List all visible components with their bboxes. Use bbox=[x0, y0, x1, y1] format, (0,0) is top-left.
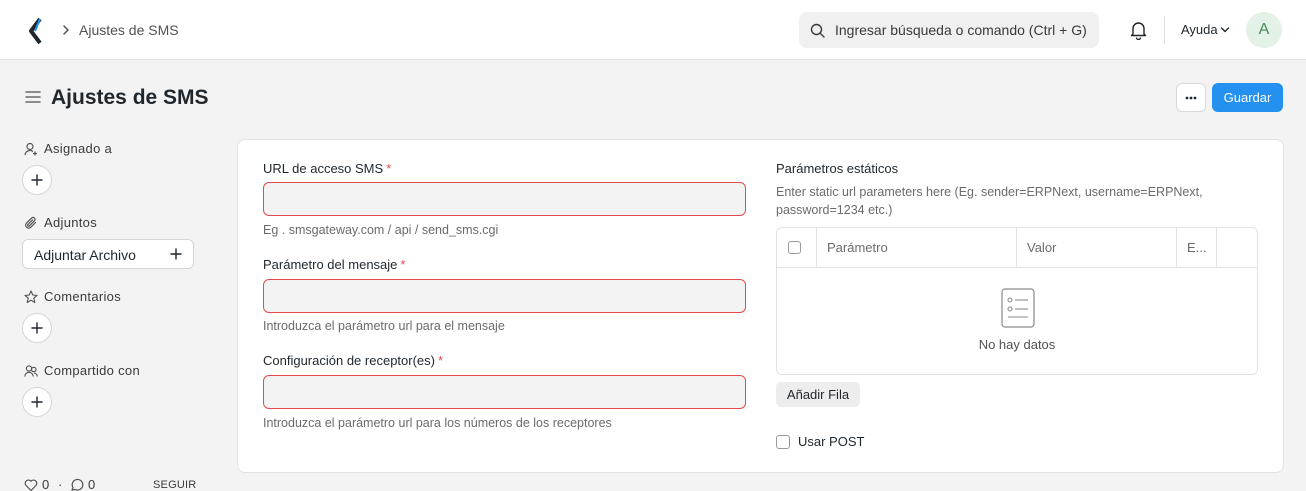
more-actions-button[interactable] bbox=[1176, 83, 1206, 112]
column-header-parameter: Parámetro bbox=[827, 240, 888, 255]
column-extra: E... bbox=[1177, 228, 1217, 268]
select-all-column bbox=[777, 228, 817, 268]
use-post-checkbox[interactable] bbox=[776, 435, 790, 449]
star-icon bbox=[24, 290, 38, 304]
add-share-button[interactable] bbox=[22, 387, 52, 417]
user-assign-icon bbox=[24, 142, 37, 156]
sidebar-toggle-icon[interactable] bbox=[25, 90, 41, 104]
ellipsis-icon bbox=[1185, 96, 1197, 100]
comments-count: 0 bbox=[88, 477, 96, 491]
search-placeholder: Ingresar búsqueda o comando (Ctrl + G) bbox=[835, 22, 1087, 38]
sms-url-input[interactable] bbox=[263, 182, 746, 216]
stat-separator: · bbox=[58, 477, 63, 491]
likes-count: 0 bbox=[42, 477, 50, 491]
search-bar[interactable]: Ingresar búsqueda o comando (Ctrl + G) bbox=[799, 12, 1099, 48]
table-header: Parámetro Valor E... bbox=[777, 228, 1257, 268]
help-dropdown[interactable]: Ayuda bbox=[1181, 21, 1218, 39]
column-header-extra: E... bbox=[1187, 240, 1207, 255]
url-field-description: Eg . smsgateway.com / api / send_sms.cgi bbox=[263, 223, 499, 237]
receiver-param-description: Introduzca el parámetro url para los núm… bbox=[263, 416, 612, 430]
select-all-checkbox[interactable] bbox=[788, 241, 801, 254]
comment-bubble-icon bbox=[71, 478, 84, 491]
attach-file-button[interactable]: Adjuntar Archivo bbox=[22, 239, 194, 269]
navbar: Ajustes de SMS Ingresar búsqueda o coman… bbox=[0, 0, 1306, 60]
add-comment-button[interactable] bbox=[22, 313, 52, 343]
message-param-label: Parámetro del mensaje * bbox=[263, 257, 406, 272]
plus-icon bbox=[170, 248, 182, 260]
notification-bell-icon[interactable] bbox=[1129, 20, 1148, 40]
use-post-label[interactable]: Usar POST bbox=[798, 434, 864, 450]
add-assignee-button[interactable] bbox=[22, 165, 52, 195]
save-button[interactable]: Guardar bbox=[1212, 83, 1283, 112]
comments-label: Comentarios bbox=[44, 289, 121, 304]
navbar-divider bbox=[1164, 16, 1165, 44]
heart-icon[interactable] bbox=[24, 478, 38, 491]
empty-table-message: No hay datos bbox=[978, 337, 1056, 352]
empty-list-icon bbox=[1001, 288, 1035, 328]
plus-icon bbox=[31, 396, 43, 408]
receiver-param-label: Configuración de receptor(es) * bbox=[263, 353, 444, 368]
plus-icon bbox=[31, 322, 43, 334]
url-field-label: URL de acceso SMS * bbox=[263, 161, 392, 176]
search-icon bbox=[810, 23, 825, 38]
follow-link[interactable]: SEGUIR bbox=[153, 478, 196, 491]
static-params-description: Enter static url parameters here (Eg. se… bbox=[776, 185, 1203, 217]
paperclip-icon bbox=[25, 216, 37, 229]
page-title: Ajustes de SMS bbox=[51, 86, 209, 109]
message-param-description: Introduzca el parámetro url para el mens… bbox=[263, 319, 505, 333]
message-param-input[interactable] bbox=[263, 279, 746, 313]
add-row-button[interactable]: Añadir Fila bbox=[776, 382, 860, 407]
shared-with-label: Compartido con bbox=[44, 363, 140, 378]
column-parameter: Parámetro bbox=[817, 228, 1017, 268]
receiver-param-input[interactable] bbox=[263, 375, 746, 409]
chevron-right-icon bbox=[63, 25, 69, 35]
static-params-label: Parámetros estáticos bbox=[776, 161, 899, 176]
attachments-label: Adjuntos bbox=[44, 215, 97, 230]
assigned-to-label: Asignado a bbox=[44, 141, 113, 156]
form-card: URL de acceso SMS * Eg . smsgateway.com /… bbox=[237, 139, 1284, 473]
plus-icon bbox=[31, 174, 43, 186]
app-logo-icon[interactable] bbox=[26, 17, 46, 45]
user-avatar[interactable]: A bbox=[1246, 12, 1282, 48]
column-value: Valor bbox=[1017, 228, 1177, 268]
users-icon bbox=[24, 365, 38, 377]
chevron-down-icon[interactable] bbox=[1220, 26, 1230, 34]
breadcrumb-item[interactable]: Ajustes de SMS bbox=[79, 21, 179, 39]
attach-file-label: Adjuntar Archivo bbox=[34, 247, 136, 263]
column-header-value: Valor bbox=[1027, 240, 1057, 255]
static-params-table: Parámetro Valor E... No hay datos bbox=[776, 227, 1258, 375]
